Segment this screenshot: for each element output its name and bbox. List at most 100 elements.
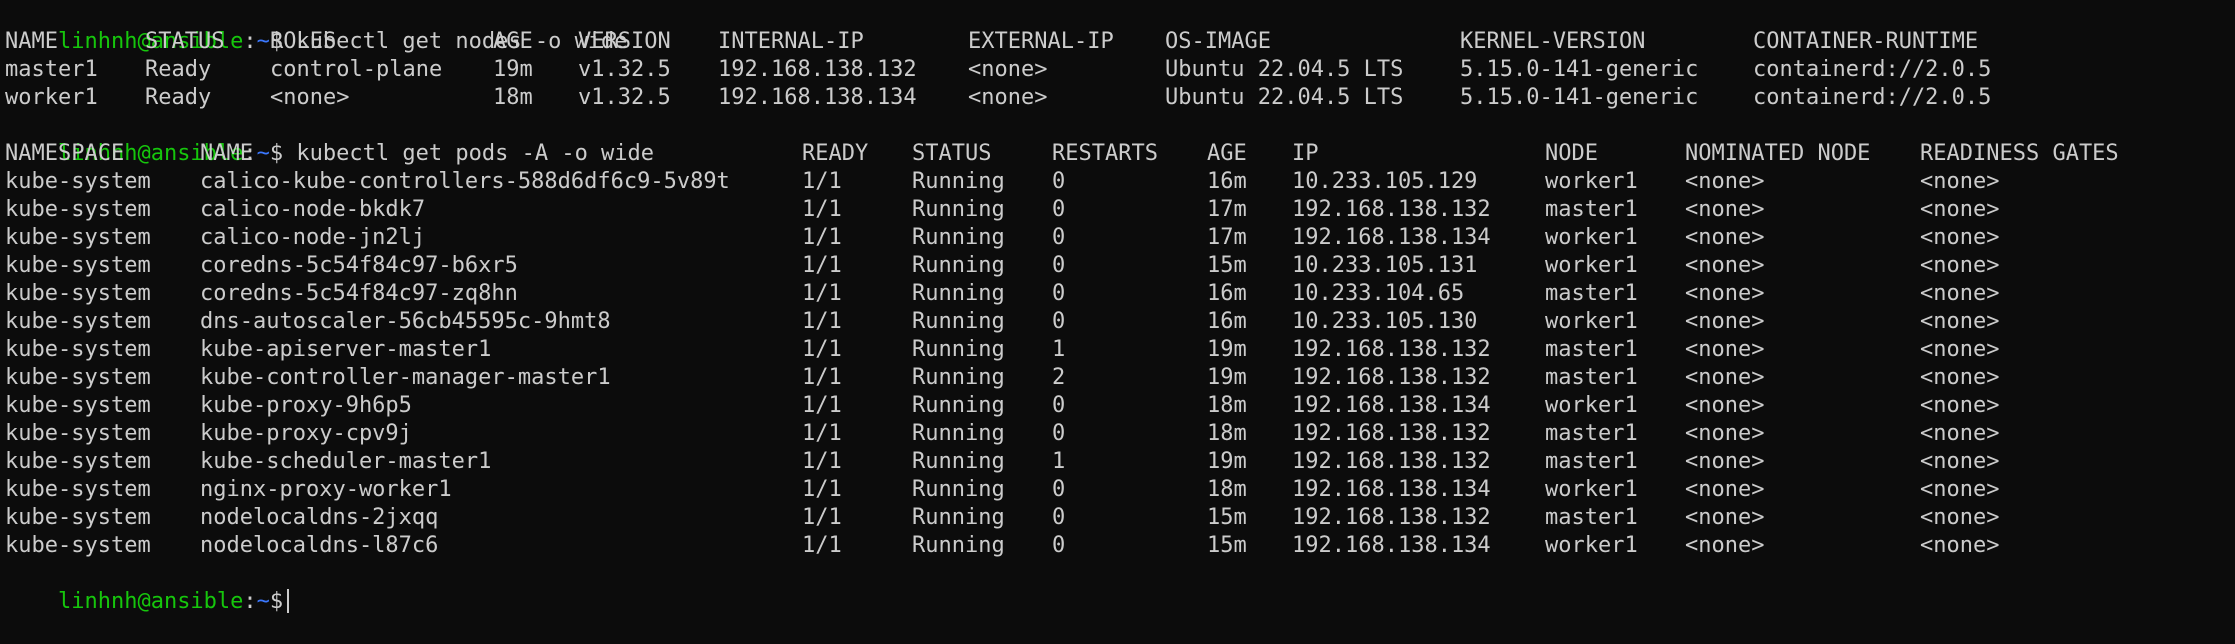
node-cell: 5.15.0-141-generic <box>1460 85 1699 110</box>
pod-cell: master1 <box>1545 197 1638 222</box>
pod-cell: master1 <box>1545 337 1638 362</box>
pod-cell: kube-system <box>5 477 151 502</box>
column-header: READY <box>802 141 869 166</box>
pod-cell: 192.168.138.132 <box>1292 421 1491 446</box>
pod-cell: Running <box>912 281 1005 306</box>
pod-cell: 1 <box>1052 449 1066 474</box>
pod-cell: Running <box>912 505 1005 530</box>
pod-row: kube-system nodelocaldns-2jxqq 1/1 Running 0… <box>5 504 2235 532</box>
node-cell: Ready <box>145 57 212 82</box>
column-header: VERSION <box>578 29 671 54</box>
pod-cell: 192.168.138.134 <box>1292 477 1491 502</box>
pod-cell: dns-autoscaler-56cb45595c-9hmt8 <box>200 309 611 334</box>
pod-cell: <none> <box>1920 449 2000 474</box>
pod-cell: <none> <box>1685 225 1765 250</box>
pod-cell: <none> <box>1685 421 1765 446</box>
pod-cell: <none> <box>1920 421 2000 446</box>
pod-cell: 0 <box>1052 393 1066 418</box>
pod-cell: 192.168.138.132 <box>1292 449 1491 474</box>
pod-cell: worker1 <box>1545 253 1638 278</box>
pod-cell: Running <box>912 309 1005 334</box>
pod-cell: <none> <box>1685 253 1765 278</box>
pod-cell: <none> <box>1920 169 2000 194</box>
pod-cell: 15m <box>1207 505 1247 530</box>
node-cell: 19m <box>493 57 533 82</box>
pod-cell: <none> <box>1920 365 2000 390</box>
pod-cell: worker1 <box>1545 477 1638 502</box>
pod-cell: <none> <box>1920 505 2000 530</box>
pod-cell: 192.168.138.134 <box>1292 225 1491 250</box>
prompt-line[interactable]: linhnh@ansible:~$ <box>5 560 2235 614</box>
node-cell: master1 <box>5 57 98 82</box>
column-header: READINESS GATES <box>1920 141 2119 166</box>
pod-cell: <none> <box>1685 281 1765 306</box>
pod-cell: worker1 <box>1545 309 1638 334</box>
pod-cell: <none> <box>1920 309 2000 334</box>
pod-cell: worker1 <box>1545 393 1638 418</box>
pod-cell: kube-system <box>5 505 151 530</box>
prompt-separator: : <box>243 589 257 614</box>
pod-cell: Running <box>912 449 1005 474</box>
pod-cell: <none> <box>1685 197 1765 222</box>
pod-cell: coredns-5c54f84c97-zq8hn <box>200 281 518 306</box>
prompt-line: linhnh@ansible:~$ kubectl get pods -A -o… <box>5 112 2235 166</box>
pod-cell: 10.233.105.130 <box>1292 309 1478 334</box>
pod-cell: kube-system <box>5 309 151 334</box>
pod-cell: kube-scheduler-master1 <box>200 449 492 474</box>
pod-cell: 10.233.105.131 <box>1292 253 1478 278</box>
pod-cell: kube-system <box>5 253 151 278</box>
text-cursor <box>287 589 290 613</box>
pods-header-row: NAMESPACE NAME READY STATUS RESTARTS AGE… <box>5 140 2235 168</box>
pod-cell: <none> <box>1920 533 2000 558</box>
pod-cell: 0 <box>1052 225 1066 250</box>
node-cell: containerd://2.0.5 <box>1753 57 1992 82</box>
pod-cell: 17m <box>1207 225 1247 250</box>
column-header: INTERNAL-IP <box>718 29 864 54</box>
pod-cell: 1/1 <box>802 225 842 250</box>
pod-cell: 10.233.104.65 <box>1292 281 1465 306</box>
node-cell: 192.168.138.134 <box>718 85 917 110</box>
pod-cell: Running <box>912 197 1005 222</box>
pod-cell: Running <box>912 365 1005 390</box>
pod-cell: Running <box>912 169 1005 194</box>
node-cell: worker1 <box>5 85 98 110</box>
pod-row: kube-system calico-node-bkdk7 1/1 Running 0 1… <box>5 196 2235 224</box>
pod-cell: 192.168.138.134 <box>1292 393 1491 418</box>
pod-cell: kube-system <box>5 365 151 390</box>
pod-cell: kube-controller-manager-master1 <box>200 365 611 390</box>
pod-cell: 0 <box>1052 309 1066 334</box>
pod-cell: master1 <box>1545 421 1638 446</box>
pod-cell: <none> <box>1920 253 2000 278</box>
terminal-window[interactable]: linhnh@ansible:~$ kubectl get nodes -o w… <box>0 0 2235 614</box>
pod-cell: kube-proxy-9h6p5 <box>200 393 412 418</box>
pod-cell: <none> <box>1920 225 2000 250</box>
pod-cell: <none> <box>1920 281 2000 306</box>
pod-cell: 1/1 <box>802 281 842 306</box>
node-cell: 5.15.0-141-generic <box>1460 57 1699 82</box>
pod-cell: 192.168.138.132 <box>1292 337 1491 362</box>
pod-cell: 17m <box>1207 197 1247 222</box>
pod-cell: Running <box>912 225 1005 250</box>
pod-cell: <none> <box>1685 337 1765 362</box>
pod-cell: 16m <box>1207 309 1247 334</box>
pod-cell: <none> <box>1685 169 1765 194</box>
pod-cell: 19m <box>1207 337 1247 362</box>
node-cell: <none> <box>270 85 350 110</box>
prompt-symbol: $ <box>269 589 284 614</box>
column-header: AGE <box>493 29 533 54</box>
node-cell: Ready <box>145 85 212 110</box>
pod-cell: kube-system <box>5 281 151 306</box>
pod-cell: master1 <box>1545 365 1638 390</box>
node-row: master1 Ready control-plane 19m v1.32.5 … <box>5 56 2235 84</box>
pod-cell: 1/1 <box>802 365 842 390</box>
node-cell: v1.32.5 <box>578 85 671 110</box>
pod-cell: 0 <box>1052 281 1066 306</box>
pod-cell: master1 <box>1545 449 1638 474</box>
pod-cell: worker1 <box>1545 169 1638 194</box>
pod-cell: nodelocaldns-l87c6 <box>200 533 439 558</box>
pod-cell: Running <box>912 477 1005 502</box>
prompt-user-host: linhnh@ansible <box>57 589 244 614</box>
pod-cell: <none> <box>1685 477 1765 502</box>
pod-cell: <none> <box>1920 477 2000 502</box>
pod-cell: 0 <box>1052 197 1066 222</box>
